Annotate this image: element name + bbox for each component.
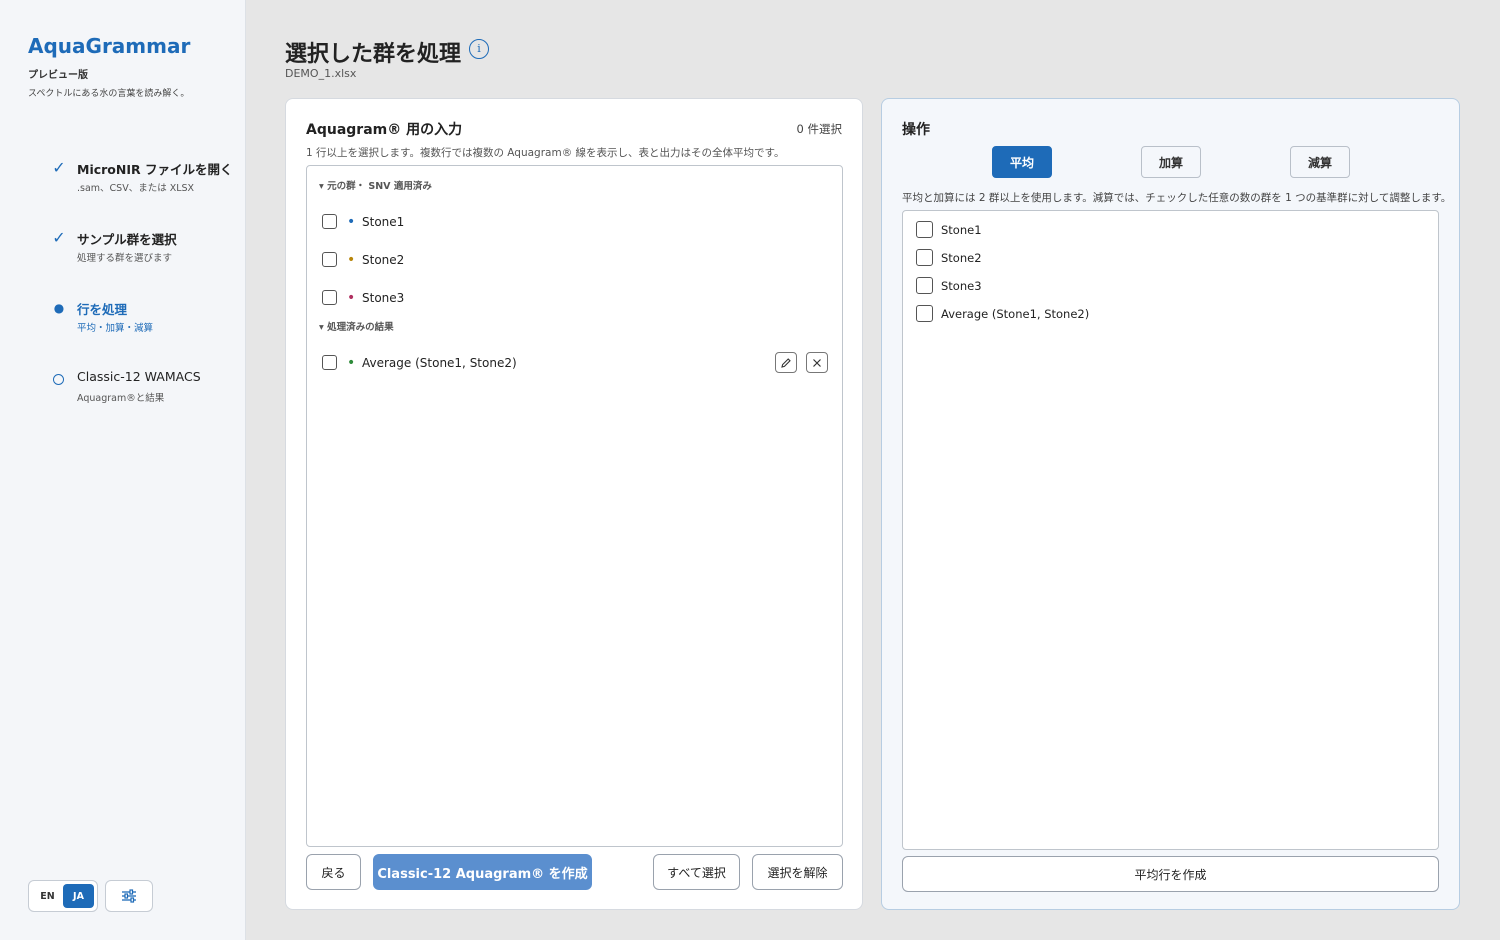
row-checkbox[interactable] <box>322 252 337 267</box>
group-header-processed[interactable]: ▾ 処理済みの結果 <box>319 319 394 333</box>
row-checkbox[interactable] <box>322 290 337 305</box>
mode-average-button[interactable]: 平均 <box>992 146 1052 178</box>
tagline: スペクトルにある水の言葉を読み解く。 <box>28 89 190 99</box>
step-title: MicroNIR ファイルを開く <box>77 162 233 177</box>
check-icon: ✓ <box>52 158 66 177</box>
series-color-dot: • <box>347 355 356 371</box>
step-subtitle: .sam、CSV、または XLSX <box>77 183 195 194</box>
series-color-dot: • <box>347 290 356 306</box>
panel-description: 1 行以上を選択します。複数行では複数の Aquagram® 線を表示し、表と出… <box>306 147 785 159</box>
row-label: Stone3 <box>362 291 405 305</box>
step-title: Classic-12 WAMACS <box>77 369 201 384</box>
series-color-dot: • <box>347 252 356 268</box>
pencil-icon <box>781 357 791 368</box>
input-row-list: ▾ 元の群・ SNV 適用済み • Stone1 • Stone2 • Ston… <box>306 165 843 847</box>
current-dot-icon: ● <box>53 301 65 315</box>
aquagram-input-panel: Aquagram® 用の入力 0 件選択 1 行以上を選択します。複数行では複数… <box>285 98 863 910</box>
edition-label: プレビュー版 <box>28 70 88 81</box>
step-subtitle: 処理する群を選びます <box>77 253 173 264</box>
operation-row-list: Stone1 Stone2 Stone3 Average (Stone1, St… <box>902 210 1439 850</box>
list-item[interactable]: • Stone3 <box>322 287 832 309</box>
create-average-row-button[interactable]: 平均行を作成 <box>902 856 1439 892</box>
app-name: AquaGrammar <box>28 34 191 58</box>
step-subtitle: Aquagram®と結果 <box>77 393 165 404</box>
pending-circle-icon <box>53 374 64 385</box>
row-checkbox[interactable] <box>916 249 933 266</box>
panel-title: 操作 <box>902 122 930 138</box>
delete-button[interactable] <box>806 352 828 373</box>
settings-button[interactable] <box>105 880 153 912</box>
operations-panel: 操作 平均 加算 減算 平均と加算には 2 群以上を使用します。減算では、チェッ… <box>881 98 1460 910</box>
mode-subtract-button[interactable]: 減算 <box>1290 146 1350 178</box>
panel-title: Aquagram® 用の入力 <box>306 122 463 138</box>
row-checkbox[interactable] <box>322 355 337 370</box>
lang-ja-button[interactable]: JA <box>63 884 94 908</box>
list-item[interactable]: • Average (Stone1, Stone2) <box>322 352 832 374</box>
page-title: 選択した群を処理 <box>285 42 462 67</box>
sidebar: AquaGrammar プレビュー版 スペクトルにある水の言葉を読み解く。 ✓ … <box>0 0 246 940</box>
list-item[interactable]: • Stone2 <box>322 249 832 271</box>
edit-button[interactable] <box>775 352 797 373</box>
group-header-original[interactable]: ▾ 元の群・ SNV 適用済み <box>319 178 432 192</box>
series-color-dot: • <box>347 214 356 230</box>
row-label: Stone2 <box>941 251 982 265</box>
close-icon <box>813 358 821 367</box>
sliders-icon <box>122 889 136 903</box>
check-icon: ✓ <box>52 228 66 247</box>
back-button[interactable]: 戻る <box>306 854 361 890</box>
row-label: Average (Stone1, Stone2) <box>941 307 1090 321</box>
row-checkbox[interactable] <box>916 305 933 322</box>
step-subtitle: 平均・加算・減算 <box>77 323 154 334</box>
row-checkbox[interactable] <box>916 221 933 238</box>
row-label: Stone1 <box>941 223 982 237</box>
row-checkbox[interactable] <box>322 214 337 229</box>
row-label: Stone3 <box>941 279 982 293</box>
mode-add-button[interactable]: 加算 <box>1141 146 1201 178</box>
row-label: Stone2 <box>362 253 405 267</box>
info-icon[interactable]: i <box>469 39 489 59</box>
create-aquagram-button[interactable]: Classic-12 Aquagram® を作成 <box>373 854 592 890</box>
lang-en-button[interactable]: EN <box>32 884 63 908</box>
clear-selection-button[interactable]: 選択を解除 <box>752 854 843 890</box>
file-name: DEMO_1.xlsx <box>285 67 357 80</box>
selection-count: 0 件選択 <box>796 122 842 136</box>
operations-description: 平均と加算には 2 群以上を使用します。減算では、チェックした任意の数の群を 1… <box>902 192 1452 204</box>
step-title: サンプル群を選択 <box>77 232 177 247</box>
row-label: Average (Stone1, Stone2) <box>362 356 517 370</box>
language-toggle: EN JA <box>28 880 98 912</box>
select-all-button[interactable]: すべて選択 <box>653 854 740 890</box>
list-item[interactable]: • Stone1 <box>322 211 832 233</box>
row-label: Stone1 <box>362 215 405 229</box>
row-checkbox[interactable] <box>916 277 933 294</box>
step-title: 行を処理 <box>77 302 128 317</box>
